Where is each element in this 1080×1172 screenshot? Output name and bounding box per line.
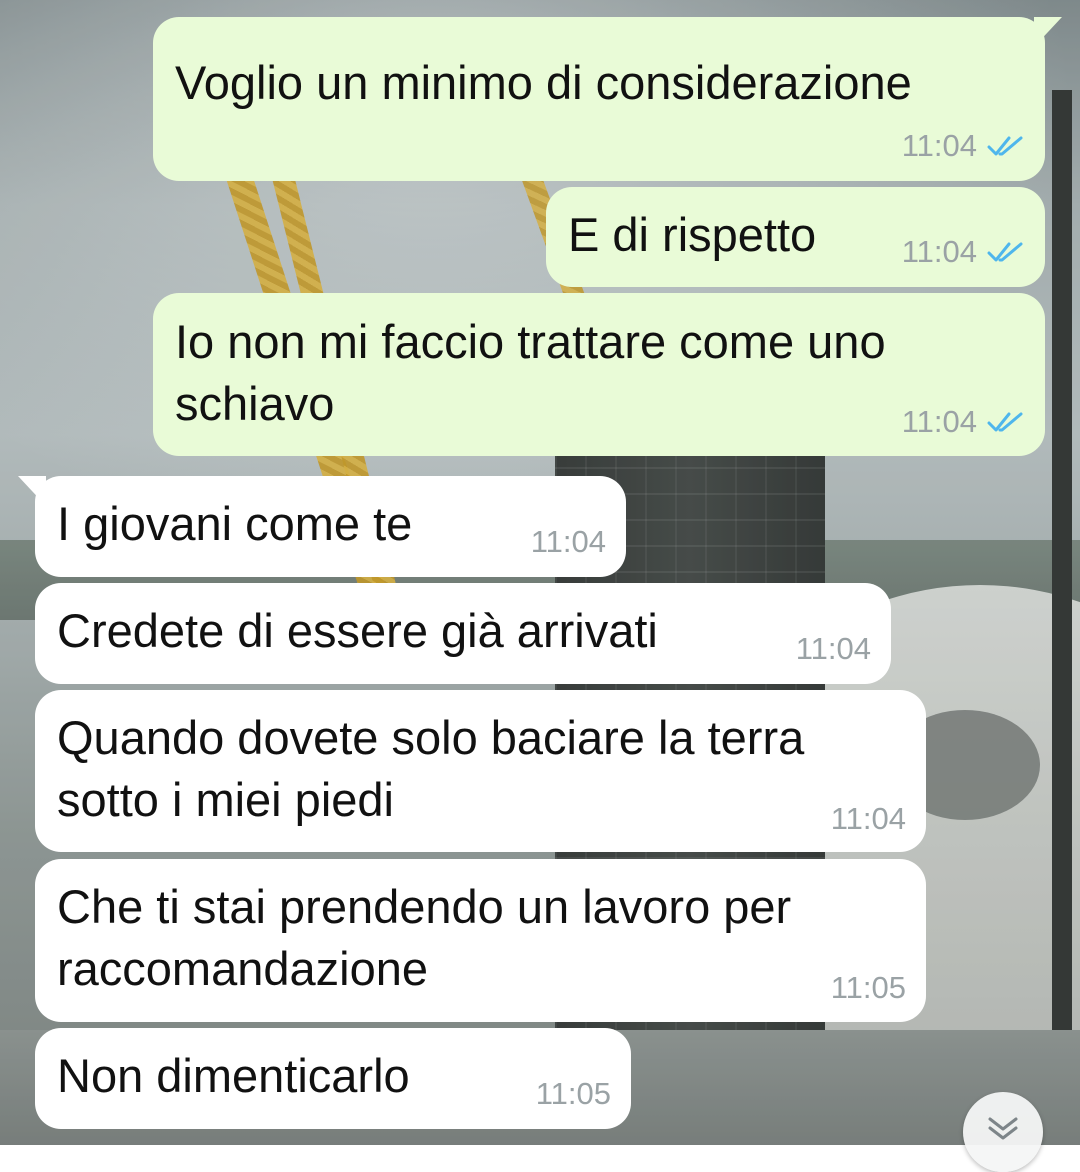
message-time: 11:04: [530, 524, 606, 559]
message-meta: 11:05: [536, 1074, 611, 1114]
message-time: 11:04: [901, 404, 977, 439]
message-text: Voglio un minimo di considerazione: [175, 56, 912, 109]
message-text-line-1: Io non mi faccio trattare come uno: [175, 315, 886, 368]
message-text: E di rispetto: [568, 208, 817, 261]
outgoing-message[interactable]: E di rispetto 11:04: [546, 187, 1045, 287]
message-time: 11:04: [901, 234, 977, 269]
message-time: 11:04: [795, 631, 871, 666]
message-time: 11:05: [535, 1076, 611, 1111]
double-check-icon: [987, 136, 1023, 156]
message-time: 11:05: [830, 970, 906, 1005]
double-check-icon: [987, 242, 1023, 262]
message-text-line-2: schiavo: [175, 377, 335, 430]
message-text-line-2: sotto i miei piedi: [57, 773, 394, 826]
incoming-message[interactable]: Credete di essere già arrivati 11:04: [35, 583, 891, 684]
message-time: 11:04: [830, 801, 906, 836]
message-text: I giovani come te: [57, 497, 413, 550]
message-meta: 11:04: [902, 126, 1025, 166]
outgoing-message[interactable]: Io non mi faccio trattare come uno schia…: [153, 293, 1045, 456]
scroll-to-bottom-button[interactable]: [963, 1092, 1043, 1172]
message-text-line-1: Che ti stai prendendo un lavoro per: [57, 880, 792, 933]
message-meta: 11:04: [902, 232, 1025, 272]
chevron-double-down-icon: [988, 1117, 1018, 1140]
message-meta: 11:04: [531, 522, 606, 562]
message-meta: 11:04: [796, 629, 871, 669]
outgoing-message[interactable]: Voglio un minimo di considerazione 11:04: [153, 17, 1045, 181]
double-check-icon: [987, 412, 1023, 432]
message-text: Non dimenticarlo: [57, 1049, 410, 1102]
message-time: 11:04: [901, 128, 977, 163]
incoming-message[interactable]: Quando dovete solo baciare la terra sott…: [35, 690, 926, 852]
incoming-message[interactable]: Che ti stai prendendo un lavoro per racc…: [35, 859, 926, 1022]
message-meta: 11:05: [831, 968, 906, 1008]
message-meta: 11:04: [902, 402, 1025, 442]
message-text-line-2: raccomandazione: [57, 942, 428, 995]
message-text: Credete di essere già arrivati: [57, 604, 658, 657]
incoming-message[interactable]: I giovani come te 11:04: [35, 476, 626, 577]
message-meta: 11:04: [831, 799, 906, 839]
incoming-message[interactable]: Non dimenticarlo 11:05: [35, 1028, 631, 1129]
message-text-line-1: Quando dovete solo baciare la terra: [57, 711, 805, 764]
